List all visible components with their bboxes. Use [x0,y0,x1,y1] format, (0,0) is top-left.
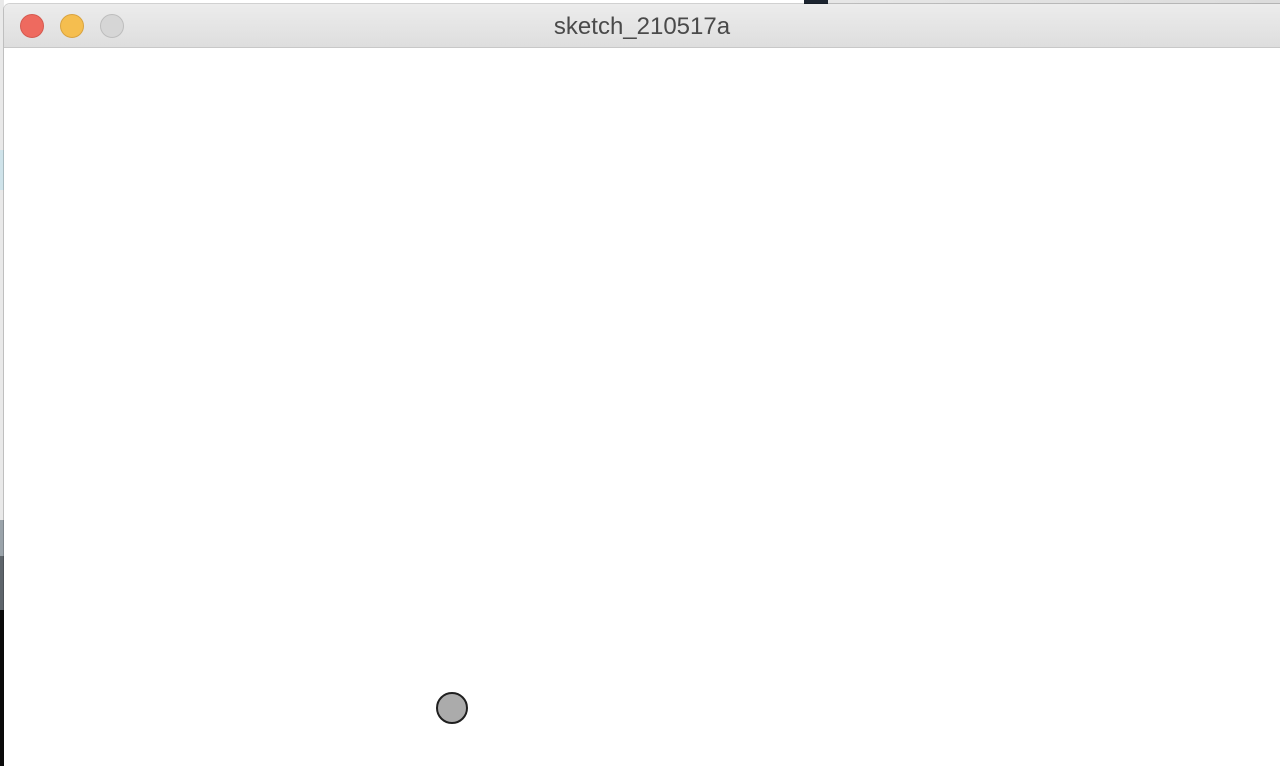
window-title: sketch_210517a [553,13,731,40]
close-button[interactable] [20,14,44,38]
desktop: sketch_210517a [0,0,1280,766]
sketch-canvas[interactable] [4,48,1280,766]
title-bar[interactable]: sketch_210517a [4,4,1280,48]
sketch-window: sketch_210517a [4,4,1280,766]
ball-circle [436,692,468,724]
zoom-button[interactable] [100,14,124,38]
minimize-button[interactable] [60,14,84,38]
